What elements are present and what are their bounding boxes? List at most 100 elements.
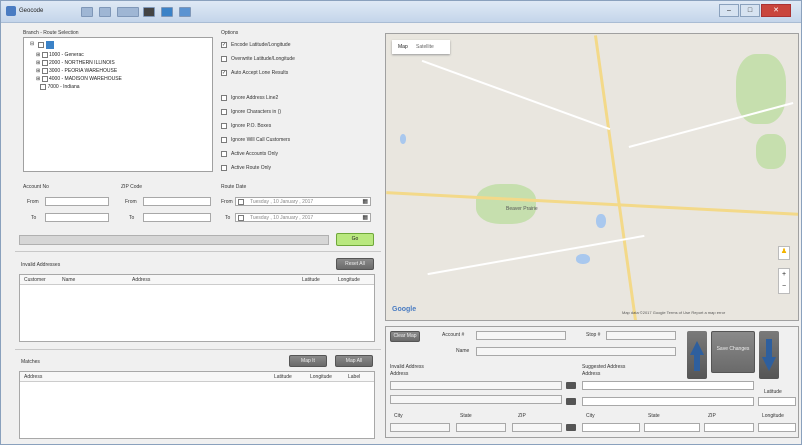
options-group: ✓ Encode Latitude/Longitude Overwrite Lat… <box>221 39 371 179</box>
map-all-button[interactable]: Map All <box>335 355 373 367</box>
invalid-address-value <box>390 381 562 390</box>
account-from-input[interactable] <box>45 197 109 206</box>
branch-route-tree[interactable]: ⊟ ⊞ 1000 - Generac ⊞ 2000 - NORTHERN ILL… <box>23 37 213 172</box>
option-checkbox[interactable] <box>221 165 227 171</box>
copy-arrow-icon[interactable] <box>566 398 576 405</box>
option-checkbox[interactable] <box>221 109 227 115</box>
route-to-checkbox[interactable] <box>238 215 244 221</box>
minimize-button[interactable]: – <box>719 4 739 17</box>
option-checkbox[interactable] <box>221 123 227 129</box>
zoom-out-button[interactable]: − <box>779 281 789 293</box>
route-to-date[interactable]: Tuesday , 10 January , 2017 ▦ <box>235 213 371 222</box>
state2-input[interactable] <box>644 423 700 432</box>
city2-input[interactable] <box>582 423 640 432</box>
calendar-icon[interactable]: ▦ <box>362 214 368 221</box>
go-button[interactable]: Go <box>336 233 374 246</box>
column-header[interactable]: Latitude <box>302 277 320 283</box>
map-type-control: Map Satellite <box>392 40 450 54</box>
option-checkbox[interactable] <box>221 137 227 143</box>
tree-item-1[interactable]: ⊞ 1000 - Generac <box>36 51 84 59</box>
tree-item-3[interactable]: ⊞ 3000 - PEORIA WAREHOUSE <box>36 67 117 75</box>
toolbar-icon-3[interactable] <box>117 7 139 17</box>
option-checkbox[interactable] <box>221 95 227 101</box>
map-tab[interactable]: Map <box>398 44 408 50</box>
column-header[interactable]: Address <box>132 277 150 283</box>
tree-checkbox[interactable] <box>41 75 48 82</box>
branch-route-title: Branch - Route Selection <box>23 30 79 36</box>
stop-value <box>606 331 676 340</box>
clear-map-button[interactable]: Clear Map <box>390 331 420 342</box>
option-checkbox[interactable]: ✓ <box>221 42 227 48</box>
route-from-checkbox[interactable] <box>238 199 244 205</box>
option-checkbox[interactable] <box>221 56 227 62</box>
route-from-date[interactable]: Tuesday , 10 January , 2017 ▦ <box>235 197 371 206</box>
column-header[interactable]: Latitude <box>274 374 292 380</box>
tree-item-label: 3000 - PEORIA WAREHOUSE <box>48 68 118 74</box>
latitude-input[interactable] <box>758 397 796 406</box>
column-header[interactable]: Customer <box>24 277 46 283</box>
pegman-icon[interactable]: ♟ <box>778 246 790 260</box>
matches-grid[interactable]: Address Latitude Longitude Label <box>19 371 375 439</box>
tree-item-2[interactable]: ⊞ 2000 - NORTHERN ILLINOIS <box>36 59 115 67</box>
latitude-label: Latitude <box>764 389 782 395</box>
zip-from-label: From <box>125 199 137 205</box>
calendar-icon[interactable]: ▦ <box>362 198 368 205</box>
tree-item-5[interactable]: 7000 - Indiana <box>36 83 80 91</box>
account-label: Account # <box>442 332 465 338</box>
tree-root-checkbox[interactable] <box>38 42 44 48</box>
tree-checkbox[interactable] <box>41 67 48 74</box>
map-footer[interactable]: Map data ©2017 Google Terms of Use Repor… <box>622 310 725 315</box>
invalid-grid[interactable]: Customer Name Address Latitude Longitude <box>19 274 375 342</box>
prev-record-button[interactable] <box>687 331 707 379</box>
maximize-button[interactable]: □ <box>740 4 760 17</box>
option-checkbox[interactable] <box>221 151 227 157</box>
column-header[interactable]: Name <box>62 277 75 283</box>
column-header[interactable]: Longitude <box>338 277 360 283</box>
zip-from-input[interactable] <box>143 197 211 206</box>
tree-root-expander[interactable]: ⊟ <box>30 41 34 47</box>
tree-checkbox[interactable] <box>40 83 47 90</box>
tree-item-4[interactable]: ⊞ 4000 - MADISON WAREHOUSE <box>36 75 122 83</box>
suggested-address-input[interactable] <box>582 381 754 390</box>
next-record-button[interactable] <box>759 331 779 379</box>
account-to-input[interactable] <box>45 213 109 222</box>
toolbar-icon-1[interactable] <box>81 7 93 17</box>
tree-checkbox[interactable] <box>41 51 48 58</box>
tree-checkbox[interactable] <box>41 59 48 66</box>
column-header[interactable]: Label <box>348 374 360 380</box>
map-it-button[interactable]: Map It <box>289 355 327 367</box>
option-label: Encode Latitude/Longitude <box>231 42 291 48</box>
option-label: Ignore Address Line2 <box>231 95 279 101</box>
map-town-label: Beaver Prairie <box>506 206 538 212</box>
zoom-in-button[interactable]: + <box>779 269 789 281</box>
toolbar-icon-5[interactable] <box>161 7 173 17</box>
map-road <box>427 234 645 276</box>
zip-title: ZIP Code <box>121 184 143 190</box>
copy-arrow-icon[interactable] <box>566 424 576 431</box>
map-view[interactable]: Map Satellite Beaver Prairie Google Map … <box>385 33 799 321</box>
tree-root-icon <box>46 41 54 49</box>
suggested-address2-input[interactable] <box>582 397 754 406</box>
reset-all-button[interactable]: Reset All <box>336 258 374 270</box>
toolbar-icon-6[interactable] <box>179 7 191 17</box>
copy-arrow-icon[interactable] <box>566 382 576 389</box>
satellite-tab[interactable]: Satellite <box>416 44 434 50</box>
toolbar-icon-2[interactable] <box>99 7 111 17</box>
google-logo: Google <box>392 306 417 313</box>
save-changes-button[interactable]: Save Changes <box>711 331 755 373</box>
zip-to-input[interactable] <box>143 213 211 222</box>
map-water <box>400 134 406 144</box>
route-from-label: From <box>221 199 233 205</box>
option-checkbox[interactable]: ✓ <box>221 70 227 76</box>
zip2-input[interactable] <box>704 423 754 432</box>
stop-label: Stop # <box>586 332 601 338</box>
column-header[interactable]: Longitude <box>310 374 332 380</box>
longitude-input[interactable] <box>758 423 796 432</box>
close-button[interactable]: ✕ <box>761 4 791 17</box>
option-label: Overwrite Latitude/Longitude <box>231 56 295 62</box>
suggested-address-sublabel: Address <box>582 371 601 377</box>
progress-bar <box>19 235 329 245</box>
account-value <box>476 331 566 340</box>
toolbar-icon-4[interactable] <box>143 7 155 17</box>
column-header[interactable]: Address <box>24 374 42 380</box>
